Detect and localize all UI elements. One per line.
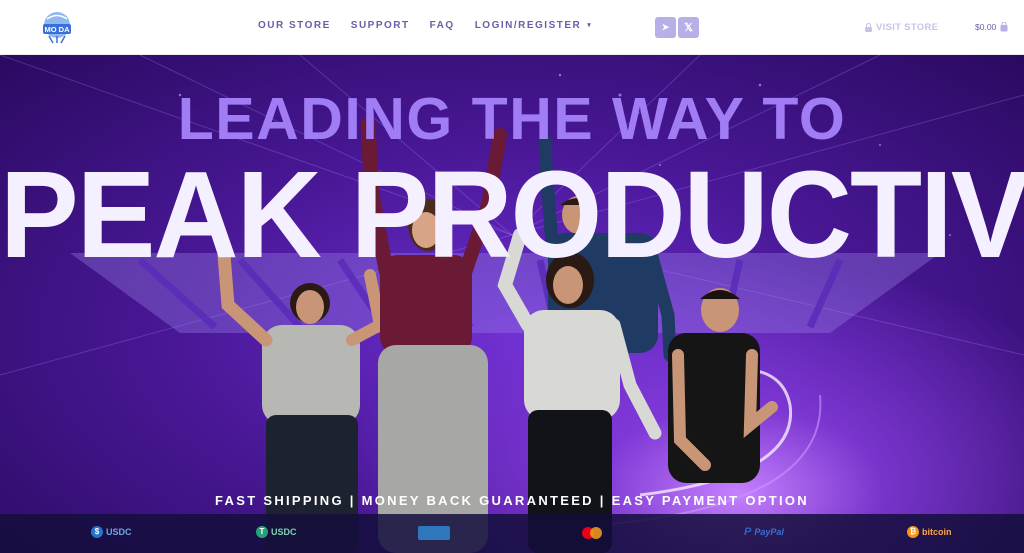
mastercard-icon [582, 527, 602, 539]
nav-login-register[interactable]: LOGIN/REGISTER ▾ [475, 20, 593, 31]
cart-button[interactable]: $0.00 [975, 22, 1008, 32]
nav-our-store[interactable]: OUR STORE [258, 20, 331, 31]
nav-login-register-label: LOGIN/REGISTER [474, 20, 582, 31]
payment-usdc: $ USDC [91, 526, 132, 538]
payment-bitcoin: ₿ bitcoin [907, 526, 952, 538]
telegram-icon: ➤ [661, 22, 670, 32]
telegram-button[interactable]: ➤ [655, 17, 676, 38]
payment-amex [418, 526, 450, 540]
payment-usdt: T USDC [256, 526, 297, 538]
visit-store-link[interactable]: VISIT STORE [864, 22, 938, 33]
payment-methods-bar: $ USDC T USDC P PayPal ₿ bitcoin [0, 514, 1024, 553]
nav-faq[interactable]: FAQ [430, 20, 455, 31]
payment-bitcoin-label: bitcoin [922, 527, 952, 537]
amex-icon [418, 526, 450, 540]
paypal-icon: P [744, 526, 752, 538]
cart-amount: $0.00 [975, 22, 997, 32]
brand-logo[interactable]: MO DA [40, 10, 74, 44]
headline-line-2: PEAK PRODUCTIVITY [0, 145, 1024, 285]
payment-usdt-label: USDC [271, 527, 297, 537]
visit-store-label: VISIT STORE [876, 22, 939, 33]
payment-paypal: P PayPal [744, 526, 784, 538]
nav-support[interactable]: SUPPORT [351, 20, 410, 31]
bag-icon [1000, 22, 1008, 32]
payment-usdc-label: USDC [106, 527, 132, 537]
lock-icon [865, 23, 872, 32]
x-icon: 𝕏 [684, 22, 693, 34]
hero-tagline: FAST SHIPPING | MONEY BACK GUARANTEED | … [215, 493, 809, 508]
hero-banner: LEADING THE WAY TO PEAK PRODUCTIVITY FAS… [0, 55, 1024, 553]
x-button[interactable]: 𝕏 [678, 17, 699, 38]
tether-icon: T [256, 526, 268, 538]
site-header: MO DA OUR STORE SUPPORT FAQ LOGIN/REGIST… [0, 0, 1024, 55]
payment-paypal-label: PayPal [754, 527, 784, 537]
chevron-down-icon: ▾ [587, 22, 593, 29]
main-nav: OUR STORE SUPPORT FAQ LOGIN/REGISTER ▾ [258, 20, 592, 31]
usdc-icon: $ [91, 526, 103, 538]
svg-text:MO DA: MO DA [45, 25, 71, 34]
bitcoin-icon: ₿ [907, 526, 919, 538]
logo-icon: MO DA [43, 12, 71, 44]
